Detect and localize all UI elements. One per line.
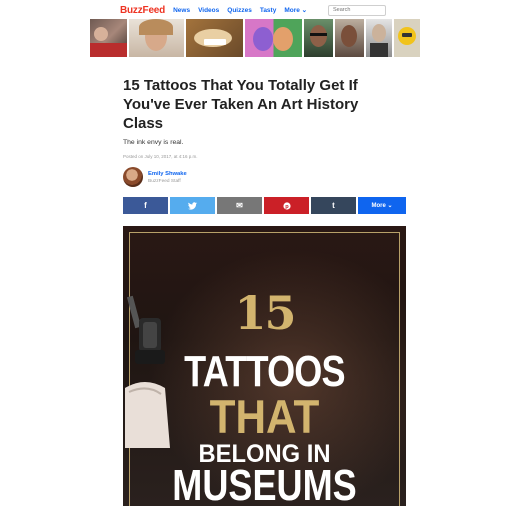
share-bar: f ✉ p t More ⌄ [123,197,406,214]
thumbnail-1[interactable] [90,19,127,57]
nav-more-label: More [284,7,300,14]
share-facebook-button[interactable]: f [123,197,168,214]
share-more-button[interactable]: More ⌄ [358,197,406,214]
share-twitter-button[interactable] [170,197,215,214]
nav-link-news[interactable]: News [173,7,190,14]
avatar[interactable] [123,167,143,187]
thumbnail-3[interactable] [186,19,243,57]
twitter-icon [188,201,197,210]
thumbnail-4[interactable] [245,19,302,57]
trending-thumbnails [90,19,420,57]
chevron-down-icon: ⌄ [301,7,308,14]
thumbnail-5[interactable] [304,19,333,57]
share-pinterest-button[interactable]: p [264,197,309,214]
top-nav: BuzzFeed News Videos Quizzes Tasty More … [120,3,386,17]
thumbnail-2[interactable] [129,19,184,57]
article-subhead: The ink envy is real. [123,139,184,146]
share-email-button[interactable]: ✉ [217,197,262,214]
nav-link-videos[interactable]: Videos [198,7,219,14]
nav-more-menu[interactable]: More ⌄ [284,6,307,14]
share-tumblr-button[interactable]: t [311,197,356,214]
email-icon: ✉ [236,201,243,210]
pinterest-icon: p [282,201,291,210]
hero-line-museums: MUSEUMS [172,461,357,506]
hero-image[interactable]: 15 TATTOOS THAT BELONG IN MUSEUMS [123,226,406,506]
tumblr-icon: t [332,201,335,210]
author-role: BuzzFeed Staff [148,178,181,184]
article-headline: 15 Tattoos That You Totally Get If You'v… [123,77,359,132]
hero-line-that: THAT [209,390,320,443]
hero-number: 15 [234,286,296,340]
thumbnail-7[interactable] [366,19,392,57]
share-more-label: More [371,202,386,209]
chevron-down-icon: ⌄ [387,203,393,209]
author-byline[interactable]: Emily Shwake BuzzFeed Staff [123,167,187,187]
nav-link-tasty[interactable]: Tasty [260,7,277,14]
thumbnail-8[interactable] [394,19,420,57]
svg-text:p: p [285,204,289,210]
nav-link-quizzes[interactable]: Quizzes [227,7,252,14]
posted-timestamp: Posted on July 10, 2017, at 4:16 p.m. [123,154,198,159]
author-name[interactable]: Emily Shwake [148,170,187,178]
buzzfeed-logo[interactable]: BuzzFeed [120,5,165,16]
facebook-icon: f [144,201,147,210]
search-input[interactable] [328,4,386,16]
thumbnail-6[interactable] [335,19,364,57]
hero-line-tattoos: TATTOOS [184,347,345,396]
